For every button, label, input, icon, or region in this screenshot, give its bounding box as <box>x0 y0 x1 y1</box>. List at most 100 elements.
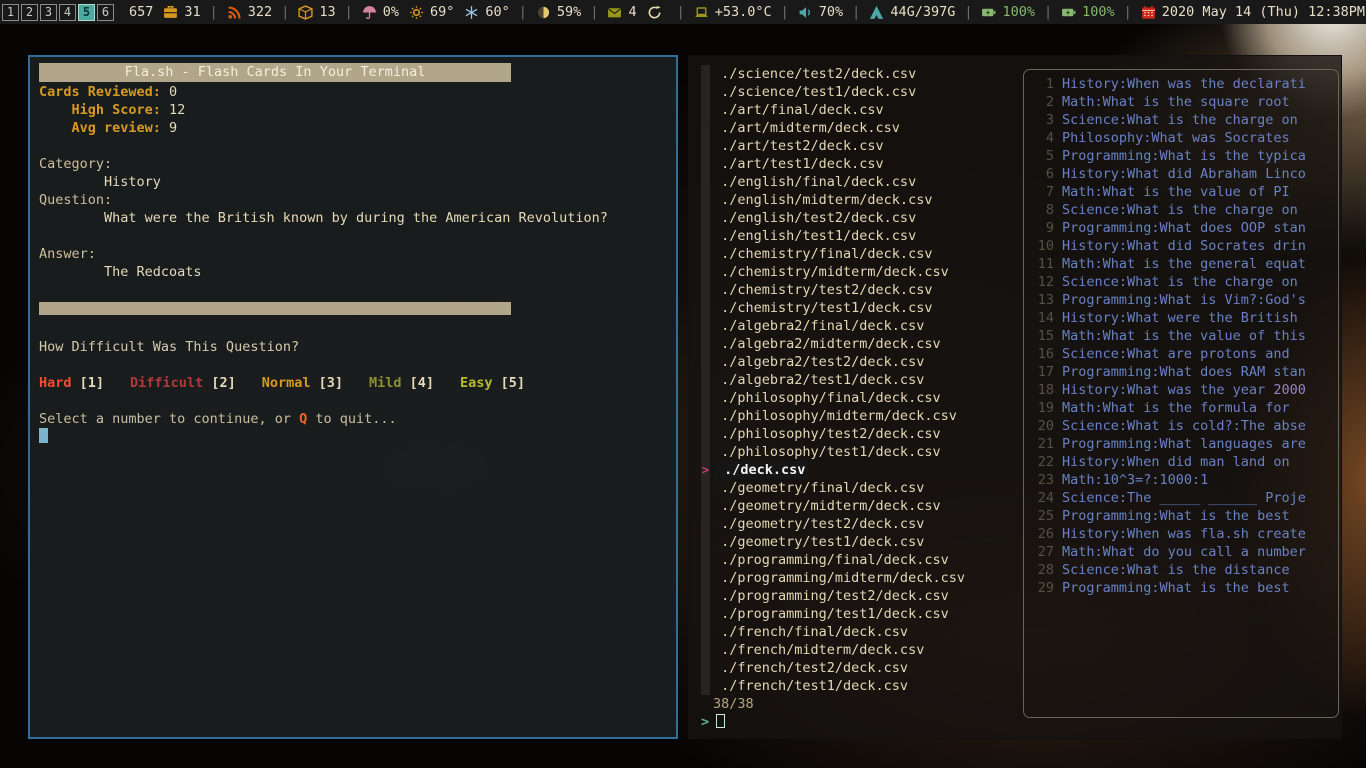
line-number: 22 <box>1034 453 1054 471</box>
question-text: What were the British known by during th… <box>39 209 667 227</box>
preview-text: Math:What is the formula for <box>1062 399 1290 417</box>
preview-line: 8Science:What is the charge on <box>1034 201 1338 219</box>
file-path: ./french/midterm/deck.csv <box>713 641 924 659</box>
answer-text: The Redcoats <box>39 263 667 281</box>
preview-text: Programming:What does OOP stan <box>1062 219 1306 237</box>
fzf-gutter <box>701 281 710 299</box>
stat-value: 13 <box>319 4 335 20</box>
calendar-icon <box>1141 5 1156 20</box>
stat-value: 322 <box>248 4 272 20</box>
fzf-gutter <box>701 551 710 569</box>
preview-text: Science:What is the charge on <box>1062 111 1298 129</box>
line-number: 12 <box>1034 273 1054 291</box>
preview-line: 29Programming:What is the best <box>1034 579 1338 597</box>
battery-icon <box>1061 5 1076 20</box>
line-number: 14 <box>1034 309 1054 327</box>
preview-line: 17Programming:What does RAM stan <box>1034 363 1338 381</box>
workspace-5[interactable]: 5 <box>78 4 95 21</box>
preview-text: Math:10^3=?:1000:1 <box>1062 471 1208 489</box>
file-path: ./french/test1/deck.csv <box>713 677 908 695</box>
fzf-gutter <box>701 227 710 245</box>
difficulty-option-easy[interactable]: Easy [5] <box>460 375 525 391</box>
line-number: 16 <box>1034 345 1054 363</box>
fzf-gutter <box>701 533 710 551</box>
preview-text: Science:What are protons and <box>1062 345 1290 363</box>
file-path: ./geometry/midterm/deck.csv <box>713 497 941 515</box>
workspace-2[interactable]: 2 <box>21 4 38 21</box>
flashcard-terminal-window[interactable]: Fla.sh - Flash Cards In Your Terminal Ca… <box>28 55 678 739</box>
preview-text: History:What was the year <box>1062 381 1273 399</box>
workspace-6[interactable]: 6 <box>97 4 114 21</box>
separator: | <box>852 4 860 20</box>
file-path: ./chemistry/midterm/deck.csv <box>713 263 949 281</box>
line-number: 20 <box>1034 417 1054 435</box>
difficulty-option-hard[interactable]: Hard [1] <box>39 375 104 391</box>
separator: | <box>519 4 527 20</box>
preview-text: Programming:What is Vim?:God's <box>1062 291 1306 309</box>
preview-text: Math:What is the general equat <box>1062 255 1306 273</box>
preview-line: 12Science:What is the charge on <box>1034 273 1338 291</box>
preview-line: 11Math:What is the general equat <box>1034 255 1338 273</box>
fzf-cursor <box>716 714 725 728</box>
preview-text: Science:What is cold?:The abse <box>1062 417 1306 435</box>
umbrella-icon <box>362 5 377 20</box>
workspace-3[interactable]: 3 <box>40 4 57 21</box>
fzf-gutter <box>701 497 710 515</box>
separator-bar <box>39 302 511 315</box>
fzf-gutter <box>701 677 710 695</box>
continue-prompt: Select a number to continue, or Q to qui… <box>39 410 667 428</box>
fzf-gutter <box>701 101 710 119</box>
line-number: 21 <box>1034 435 1054 453</box>
difficulty-option-difficult[interactable]: Difficult [2] <box>130 375 236 391</box>
briefcase-stat: 31 <box>163 4 200 20</box>
fzf-gutter <box>701 83 710 101</box>
file-path: ./programming/final/deck.csv <box>713 551 949 569</box>
difficulty-label: Easy <box>460 375 493 391</box>
preview-text: Programming:What languages are <box>1062 435 1306 453</box>
laptop-icon <box>694 5 709 20</box>
package-stat: 13 <box>298 4 335 20</box>
difficulty-key: [5] <box>493 375 526 391</box>
fzf-gutter <box>701 371 710 389</box>
stat-value: 100% <box>1002 4 1035 20</box>
separator: | <box>1124 4 1132 20</box>
preview-line: 2Math:What is the square root <box>1034 93 1338 111</box>
preview-line: 10History:What did Socrates drin <box>1034 237 1338 255</box>
stat-value: 657 <box>129 4 153 20</box>
difficulty-option-mild[interactable]: Mild [4] <box>369 375 434 391</box>
battery-stat: 100% <box>981 4 1035 20</box>
line-number: 25 <box>1034 507 1054 525</box>
stat-value: 31 <box>184 4 200 20</box>
file-path: ./english/test2/deck.csv <box>713 209 916 227</box>
refresh-icon <box>647 5 662 20</box>
preview-highlighted-number: 2000 <box>1273 381 1306 399</box>
preview-text: Programming:What does RAM stan <box>1062 363 1306 381</box>
mail-stat: 4 <box>607 4 636 20</box>
line-number: 29 <box>1034 579 1054 597</box>
fzf-gutter <box>701 263 710 281</box>
file-path: ./english/test1/deck.csv <box>713 227 916 245</box>
line-number: 19 <box>1034 399 1054 417</box>
fzf-preview-panel: 1History:When was the declarati2Math:Wha… <box>1023 69 1339 718</box>
package-icon <box>298 5 313 20</box>
difficulty-option-normal[interactable]: Normal [3] <box>262 375 343 391</box>
terminal-cursor <box>39 428 48 443</box>
rss-icon <box>227 5 242 20</box>
fzf-terminal-window[interactable]: ./science/test2/deck.csv ./science/test1… <box>688 55 1342 739</box>
separator: | <box>964 4 972 20</box>
workspace-1[interactable]: 1 <box>2 4 19 21</box>
preview-line: 6History:What did Abraham Linco <box>1034 165 1338 183</box>
workspace-4[interactable]: 4 <box>59 4 76 21</box>
fzf-gutter <box>701 425 710 443</box>
moon-stat: 59% <box>536 4 581 20</box>
category-value: History <box>39 173 667 191</box>
difficulty-key: [3] <box>310 375 343 391</box>
difficulty-label: Difficult <box>130 375 203 391</box>
preview-line: 21 Programming:What languages are <box>1034 435 1338 453</box>
file-path: ./deck.csv <box>713 461 808 479</box>
refresh-stat <box>647 5 668 20</box>
preview-text: Science:The _____ ______ Proje <box>1062 489 1306 507</box>
preview-line: 20 Science:What is cold?:The abse <box>1034 417 1338 435</box>
line-number: 5 <box>1034 147 1054 165</box>
file-path: ./chemistry/test1/deck.csv <box>713 299 932 317</box>
